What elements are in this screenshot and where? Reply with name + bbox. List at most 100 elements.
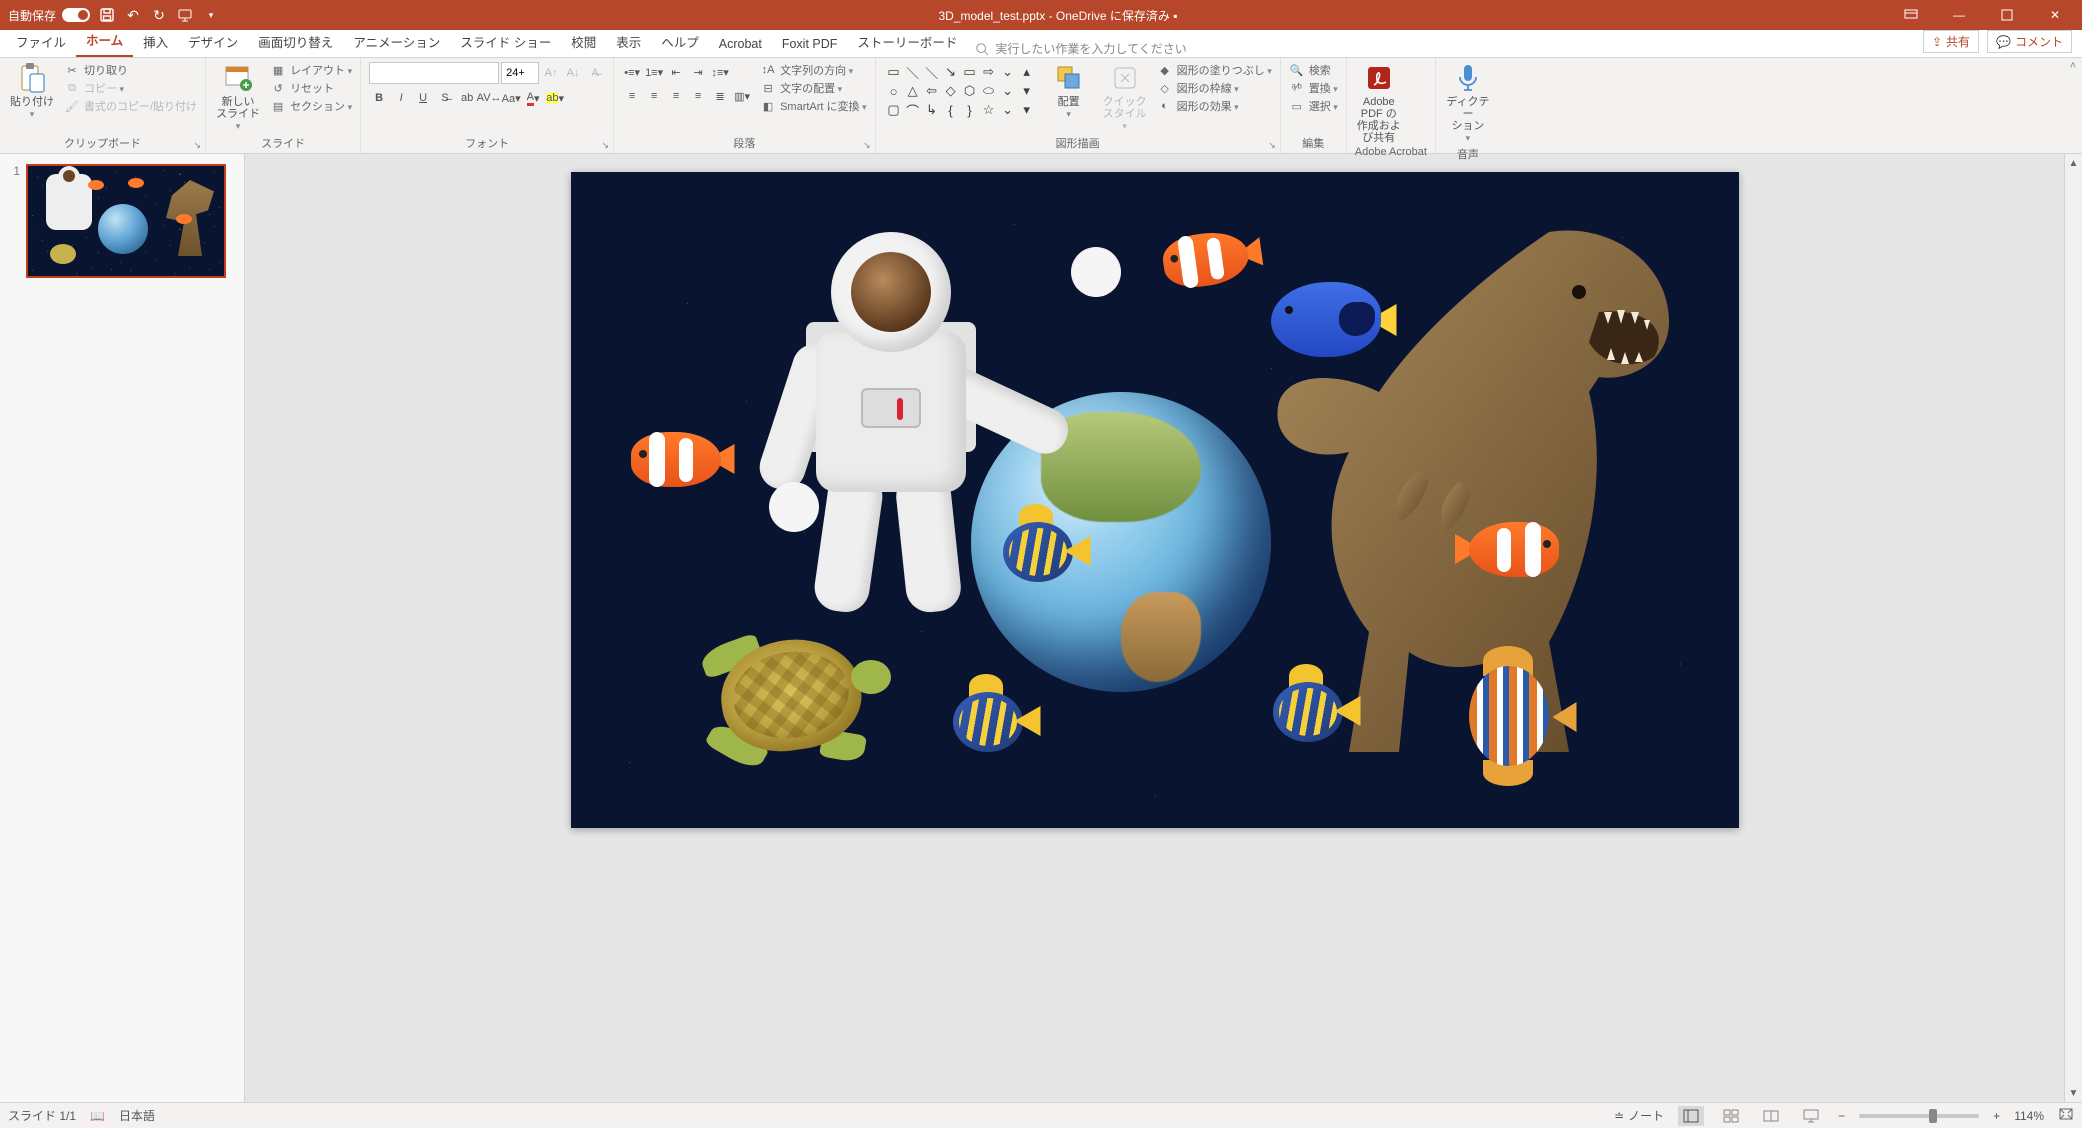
align-center-icon[interactable]: ≡ bbox=[644, 86, 664, 106]
tab-animations[interactable]: アニメーション bbox=[343, 28, 450, 57]
scroll-down-icon[interactable]: ▼ bbox=[2065, 1084, 2082, 1102]
sea-turtle-model[interactable] bbox=[701, 622, 891, 772]
angelfish-model[interactable] bbox=[1261, 672, 1361, 752]
shape-diamond-icon[interactable]: ◇ bbox=[943, 83, 959, 99]
shape-brace-icon[interactable]: { bbox=[943, 102, 959, 118]
increase-font-icon[interactable]: A↑ bbox=[541, 63, 561, 83]
justify-icon[interactable]: ≡ bbox=[688, 86, 708, 106]
tab-help[interactable]: ヘルプ bbox=[651, 28, 709, 57]
clownfish-model[interactable] bbox=[631, 432, 721, 487]
dialog-launcher-icon[interactable]: ↘ bbox=[863, 140, 871, 151]
slide-thumbnail-1[interactable]: 1 bbox=[8, 164, 236, 278]
tab-insert[interactable]: 挿入 bbox=[133, 28, 178, 57]
tell-me-search[interactable]: 実行したい作業を入力してください bbox=[967, 40, 1194, 57]
reset-button[interactable]: ↺リセット bbox=[270, 80, 352, 96]
shape-arrow2-icon[interactable]: ⇨ bbox=[981, 64, 997, 80]
shape-callout-icon[interactable]: ⬭ bbox=[981, 83, 997, 99]
line-spacing-icon[interactable]: ↕≡▾ bbox=[710, 62, 730, 82]
tab-file[interactable]: ファイル bbox=[6, 28, 76, 57]
ribbon-display-options-icon[interactable] bbox=[1888, 0, 1934, 30]
tab-slideshow[interactable]: スライド ショー bbox=[450, 28, 561, 57]
align-left-icon[interactable]: ≡ bbox=[622, 86, 642, 106]
undo-icon[interactable]: ↶ bbox=[124, 6, 142, 24]
present-from-beginning-icon[interactable] bbox=[176, 6, 194, 24]
scroll-up-icon[interactable]: ▲ bbox=[2065, 154, 2082, 172]
bullets-icon[interactable]: •≡▾ bbox=[622, 62, 642, 82]
shape-star-icon[interactable]: ☆ bbox=[981, 102, 997, 118]
shape-fill-button[interactable]: ◆図形の塗りつぶし bbox=[1157, 62, 1272, 78]
notes-button[interactable]: ≐ノート bbox=[1614, 1107, 1664, 1124]
shape-line2-icon[interactable]: ＼ bbox=[924, 64, 940, 80]
shape-hex-icon[interactable]: ⬡ bbox=[962, 83, 978, 99]
text-direction-button[interactable]: ↕A文字列の方向 bbox=[760, 62, 866, 78]
shape-arrow-icon[interactable]: ↘ bbox=[943, 64, 959, 80]
convert-smartart-button[interactable]: ◧SmartArt に変換 bbox=[760, 98, 866, 114]
clownfish-model[interactable] bbox=[1469, 522, 1559, 577]
slide-thumbnail[interactable] bbox=[26, 164, 226, 278]
slide-counter[interactable]: スライド 1/1 bbox=[8, 1107, 76, 1124]
slideshow-view-icon[interactable] bbox=[1798, 1106, 1824, 1126]
tab-review[interactable]: 校閲 bbox=[561, 28, 606, 57]
slide-editor[interactable] bbox=[245, 154, 2064, 1102]
zoom-slider[interactable] bbox=[1859, 1114, 1979, 1118]
shape-effects-button[interactable]: ◐図形の効果 bbox=[1157, 98, 1272, 114]
shape-rect-icon[interactable]: ▭ bbox=[886, 64, 902, 80]
autosave-toggle[interactable]: 自動保存 bbox=[8, 7, 90, 24]
shape-expand-icon[interactable]: ▾ bbox=[1019, 102, 1035, 118]
shape-outline-button[interactable]: ◇図形の枠線 bbox=[1157, 80, 1272, 96]
shape-curve-icon[interactable]: ⌒ bbox=[905, 102, 921, 118]
font-color-icon[interactable]: A▾ bbox=[523, 88, 543, 108]
distribute-icon[interactable]: ≣ bbox=[710, 86, 730, 106]
slide-canvas[interactable] bbox=[571, 172, 1739, 828]
align-right-icon[interactable]: ≡ bbox=[666, 86, 686, 106]
text-shadow-icon[interactable]: ab bbox=[457, 88, 477, 108]
shape-line-icon[interactable]: ＼ bbox=[905, 64, 921, 80]
save-icon[interactable] bbox=[98, 6, 116, 24]
maximize-button[interactable] bbox=[1984, 0, 2030, 30]
shape-brace2-icon[interactable]: } bbox=[962, 102, 978, 118]
replace-button[interactable]: ᵃ⁄ᵇ置換 bbox=[1289, 80, 1338, 96]
quick-styles-button[interactable]: クイック スタイル▾ bbox=[1101, 62, 1149, 132]
format-painter-button[interactable]: 🖌書式のコピー/貼り付け bbox=[64, 98, 197, 114]
close-button[interactable]: ✕ bbox=[2032, 0, 2078, 30]
vertical-scrollbar[interactable]: ▲ ▼ bbox=[2064, 154, 2082, 1102]
dialog-launcher-icon[interactable]: ↘ bbox=[602, 140, 610, 151]
layout-button[interactable]: ▦レイアウト bbox=[270, 62, 352, 78]
strikethrough-icon[interactable]: S̶ bbox=[435, 88, 455, 108]
find-button[interactable]: 🔍検索 bbox=[1289, 62, 1338, 78]
tab-view[interactable]: 表示 bbox=[606, 28, 651, 57]
bold-icon[interactable]: B bbox=[369, 88, 389, 108]
columns-icon[interactable]: ▥▾ bbox=[732, 86, 752, 106]
clear-formatting-icon[interactable]: A̶ bbox=[585, 63, 605, 83]
tab-home[interactable]: ホーム bbox=[76, 26, 133, 57]
cut-button[interactable]: ✂切り取り bbox=[64, 62, 197, 78]
shape-oval-icon[interactable]: ○ bbox=[886, 83, 902, 99]
tab-storyboard[interactable]: ストーリーボード bbox=[847, 28, 967, 57]
slide-thumbnail-panel[interactable]: 1 bbox=[0, 154, 245, 1102]
angelfish-model[interactable] bbox=[941, 682, 1041, 762]
qat-customize-icon[interactable]: ▾ bbox=[202, 6, 220, 24]
angelfish-model[interactable] bbox=[991, 512, 1091, 592]
copy-button[interactable]: ⧉コピー bbox=[64, 80, 197, 96]
increase-indent-icon[interactable]: ⇥ bbox=[688, 62, 708, 82]
highlight-icon[interactable]: ab▾ bbox=[545, 88, 565, 108]
shape-roundrect-icon[interactable]: ▢ bbox=[886, 102, 902, 118]
zoom-in-icon[interactable]: + bbox=[1993, 1109, 2000, 1123]
shape-more3-icon[interactable]: ⌄ bbox=[1000, 102, 1016, 118]
numbering-icon[interactable]: 1≡▾ bbox=[644, 62, 664, 82]
dialog-launcher-icon[interactable]: ↘ bbox=[194, 140, 202, 151]
change-case-icon[interactable]: Aa▾ bbox=[501, 88, 521, 108]
new-slide-button[interactable]: 新しい スライド ▾ bbox=[214, 62, 262, 132]
dictate-button[interactable]: ディクテー ション▾ bbox=[1444, 62, 1492, 144]
collapse-ribbon-icon[interactable]: ˄ bbox=[2064, 58, 2082, 153]
shape-rect2-icon[interactable]: ▭ bbox=[962, 64, 978, 80]
shapes-gallery[interactable]: ▭＼＼↘▭⇨⌄▴ ○△⇦◇⬡⬭⌄▾ ▢⌒↳{}☆⌄▾ bbox=[884, 62, 1037, 120]
shape-scroll-up-icon[interactable]: ▴ bbox=[1019, 64, 1035, 80]
normal-view-icon[interactable] bbox=[1678, 1106, 1704, 1126]
decrease-font-icon[interactable]: A↓ bbox=[563, 63, 583, 83]
tab-acrobat[interactable]: Acrobat bbox=[709, 33, 772, 57]
adobe-pdf-button[interactable]: Adobe PDF の 作成および共有 bbox=[1355, 62, 1403, 144]
redo-icon[interactable]: ↻ bbox=[150, 6, 168, 24]
shape-connector-icon[interactable]: ↳ bbox=[924, 102, 940, 118]
align-text-button[interactable]: ⊟文字の配置 bbox=[760, 80, 866, 96]
